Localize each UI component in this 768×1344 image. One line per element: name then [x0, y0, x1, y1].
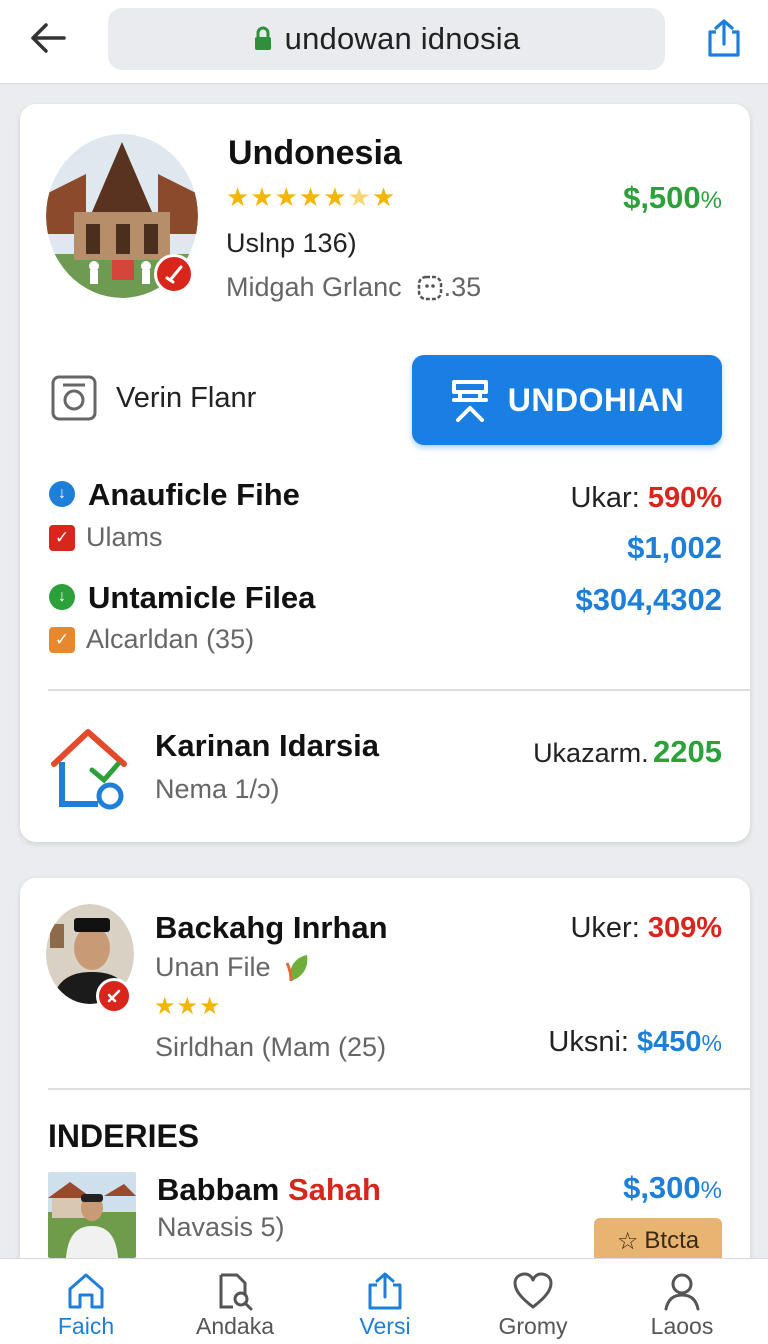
arrow-down-circle-icon: ↓ [49, 481, 75, 507]
property-card[interactable]: Undonesia ★★★★★★★ $,500% Uslnp 136) Midg… [20, 104, 750, 842]
property-info-1: Uslnp 136) [226, 228, 357, 258]
footer-stat-label: Ukazarm. [533, 738, 649, 768]
leaf-icon [285, 954, 307, 981]
listing-price-unit: % [700, 1177, 722, 1204]
section-title: INDERIES [48, 1118, 200, 1154]
nav-item-profile[interactable]: Laoos [617, 1259, 747, 1344]
heart-icon [513, 1272, 553, 1309]
camera-icon [51, 375, 97, 421]
home-check-icon [48, 726, 130, 815]
nav-label-favorites: Gromy [498, 1313, 568, 1339]
person-location: Sirldhan (Mam (25) [155, 1032, 387, 1062]
verified-badge-icon [154, 254, 194, 294]
nav-label-profile: Laoos [650, 1313, 714, 1339]
listing-name-part1: Babbam [157, 1172, 280, 1207]
stat-1-value: 309% [647, 912, 722, 944]
checkbox-red-icon[interactable]: ✓ [49, 525, 75, 551]
verify-link[interactable]: Verin Flanr [50, 374, 256, 422]
stat-2-value: $450 [637, 1026, 702, 1058]
star-icon: ★ [371, 182, 397, 212]
primary-cta-button[interactable]: UNDOHIAN [412, 355, 722, 445]
cta-label: UNDOHIAN [507, 381, 685, 418]
person-stars: ★★★ [154, 993, 222, 1020]
card-divider [48, 689, 750, 691]
item-1-sub: Ulams [86, 522, 163, 552]
stat-2-label: Uksni: [548, 1026, 629, 1058]
nav-item-share[interactable]: Versi [320, 1259, 450, 1344]
item-1-amount: $1,002 [627, 530, 722, 565]
ticket-icon [451, 380, 488, 422]
nav-label-share: Versi [359, 1313, 411, 1339]
url-text: undowan idnosia [284, 21, 521, 56]
person-sub-text: Unan File [155, 952, 271, 982]
person-sub: Unan File [155, 952, 311, 983]
footer-sub: Nema 1/ɔ) [155, 774, 280, 804]
nav-label-search: Andaka [195, 1313, 274, 1339]
stat-2-unit: % [701, 1030, 722, 1056]
checkbox-orange-icon[interactable]: ✓ [49, 627, 75, 653]
item-1-stat-label: Ukar: [570, 482, 640, 514]
person-stat-1: Uker: 309% [480, 912, 722, 945]
item-2-title[interactable]: Untamicle Filea [88, 580, 315, 616]
profile-icon [664, 1273, 700, 1311]
arrow-down-circle-green-icon: ↓ [49, 584, 75, 610]
badge-icon [417, 275, 442, 300]
item-2-amount: $304,4302 [575, 582, 722, 617]
price-unit: % [700, 187, 722, 214]
listing-tag-label: Btcta [644, 1227, 700, 1254]
nav-item-home[interactable]: Faich [21, 1259, 151, 1344]
person-name[interactable]: Backahg Inrhan [155, 910, 388, 946]
price-value: $,500 [623, 180, 701, 215]
person-stat-2: Uksni: $450% [460, 1026, 722, 1059]
search-doc-icon [219, 1273, 253, 1311]
share-button[interactable] [700, 12, 748, 64]
property-info-2: Midgah Grlanc .35 [226, 272, 481, 303]
share-icon [708, 19, 740, 57]
listing-price-value: $,300 [623, 1170, 701, 1205]
card-divider [48, 1088, 750, 1090]
listing-price: $,300% [560, 1170, 722, 1206]
footer-stat-value: 2205 [653, 734, 722, 769]
arrow-left-icon [31, 23, 66, 53]
nav-item-favorites[interactable]: Gromy [468, 1259, 598, 1344]
listing-sub: Navasis 5) [157, 1212, 285, 1242]
share-icon [368, 1272, 402, 1310]
rating-stars: ★★★★★★★ [226, 182, 396, 213]
nav-item-search[interactable]: Andaka [170, 1259, 300, 1344]
item-2-sub: Alcarldan (35) [86, 624, 255, 654]
stat-1-label: Uker: [570, 912, 640, 944]
profile-card[interactable]: Backahg Inrhan Unan File ★★★ Sirldhan (M… [20, 878, 750, 1298]
star-outline-icon: ☆ [616, 1227, 639, 1255]
property-name: Undonesia [228, 134, 402, 172]
browser-top-bar: undowan idnosia [0, 0, 768, 84]
footer-stat: Ukazarm. 2205 [460, 734, 722, 770]
lock-icon [254, 26, 271, 50]
home-icon [68, 1273, 104, 1309]
badge-icon [96, 978, 132, 1014]
address-bar[interactable]: undowan idnosia [108, 8, 665, 70]
property-price: $,500% [580, 180, 722, 216]
footer-title[interactable]: Karinan Idarsia [155, 728, 379, 764]
info2-extra: .35 [443, 272, 482, 302]
verify-label: Verin Flanr [116, 381, 257, 414]
nav-label-home: Faich [57, 1313, 115, 1339]
back-button[interactable] [22, 16, 74, 60]
half-star-icon: ★ [347, 182, 372, 212]
listing-photo [48, 1172, 136, 1258]
listing-name-part2: Sahah [287, 1172, 381, 1207]
bottom-navigation: Faich Andaka Versi Gromy Laoos [0, 1258, 768, 1344]
item-1-title[interactable]: Anauficle Fihe [88, 477, 300, 513]
item-1-stat-value: 590% [647, 482, 722, 514]
rating-stars-text: ★★★★★ [226, 182, 348, 212]
listing-name[interactable]: Babbam Sahah [157, 1172, 381, 1208]
info2-text: Midgah Grlanc [226, 272, 402, 302]
item-1-stat: Ukar: 590% [490, 482, 722, 515]
